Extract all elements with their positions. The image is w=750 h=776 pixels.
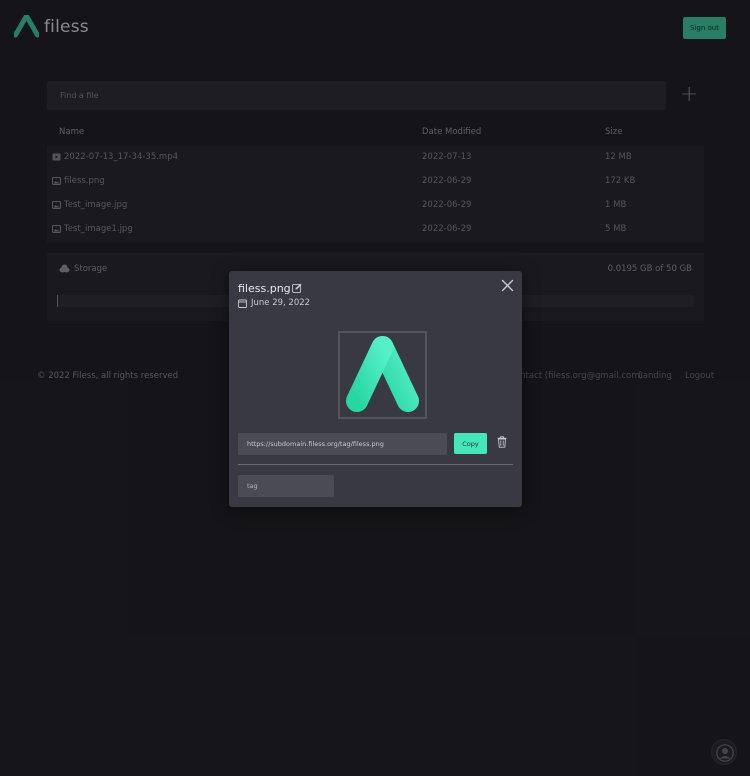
copy-url-button[interactable]: Copy [454, 433, 487, 454]
share-url-field[interactable] [238, 433, 447, 455]
file-details-modal: filess.png June 29, 2022 Copy [229, 271, 522, 507]
modal-file-date: June 29, 2022 [251, 298, 311, 308]
file-preview-image [338, 331, 427, 419]
modal-file-name: filess.png [238, 282, 291, 295]
edit-icon[interactable] [292, 283, 302, 293]
trash-icon[interactable] [497, 436, 507, 448]
calendar-icon [238, 299, 247, 308]
modal-divider [238, 464, 513, 465]
tag-input[interactable] [238, 475, 334, 497]
filess-logo-preview-icon [346, 336, 419, 412]
close-icon[interactable] [501, 279, 514, 292]
